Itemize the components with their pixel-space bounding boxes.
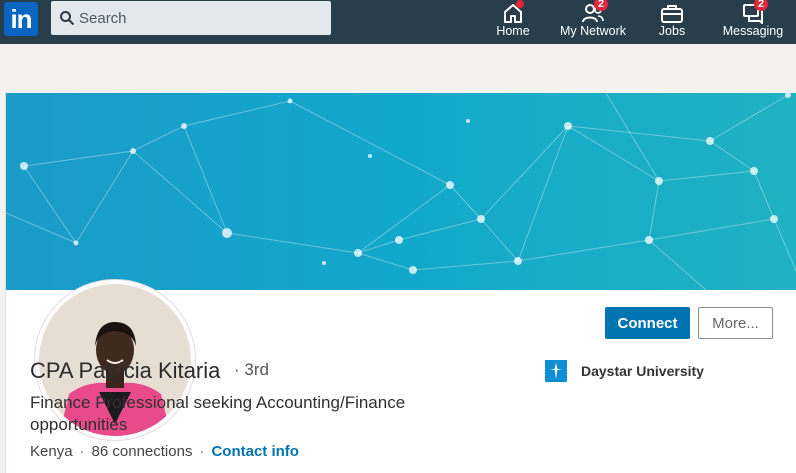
network-badge: 2 (594, 0, 608, 11)
connect-button[interactable]: Connect (605, 307, 690, 339)
university-crest-icon (545, 360, 567, 382)
nav-jobs-label: Jobs (658, 24, 686, 38)
briefcase-icon (661, 5, 683, 23)
nav-jobs[interactable]: Jobs (652, 0, 692, 44)
messaging-badge: 2 (754, 0, 768, 11)
separator-dot: · (199, 443, 205, 460)
profile-headline: Finance Professional seeking Accounting/… (30, 393, 406, 434)
home-notification-dot (516, 0, 524, 8)
education-name[interactable]: Daystar University (581, 363, 704, 379)
profile-meta: Kenya · 86 connections · Contact info (30, 443, 299, 460)
network-pattern-background (6, 93, 796, 290)
connection-degree: · 3rd (234, 360, 269, 379)
profile-banner (6, 93, 796, 290)
search-input[interactable] (79, 1, 319, 35)
profile-location: Kenya (30, 443, 73, 460)
separator-dot: · (79, 443, 85, 460)
nav-home-label: Home (496, 24, 530, 38)
nav-my-network-label: My Network (560, 24, 626, 38)
linkedin-logo[interactable]: in (4, 2, 38, 36)
contact-info-link[interactable]: Contact info (211, 443, 299, 460)
daystar-university-logo[interactable] (545, 360, 567, 382)
top-navigation-bar: in Home 2 My Network Jobs (0, 0, 796, 44)
more-button[interactable]: More... (698, 307, 773, 339)
search-box[interactable] (51, 1, 331, 35)
profile-connections[interactable]: 86 connections (92, 443, 193, 460)
nav-my-network[interactable]: 2 My Network (556, 0, 630, 44)
profile-card: Connect More... CPA Patricia Kitaria · 3… (5, 93, 796, 473)
nav-home[interactable]: Home (490, 0, 536, 44)
search-icon (60, 11, 75, 26)
profile-name: CPA Patricia Kitaria (30, 358, 221, 383)
nav-messaging[interactable]: 2 Messaging (719, 0, 787, 44)
nav-messaging-label: Messaging (722, 24, 784, 38)
